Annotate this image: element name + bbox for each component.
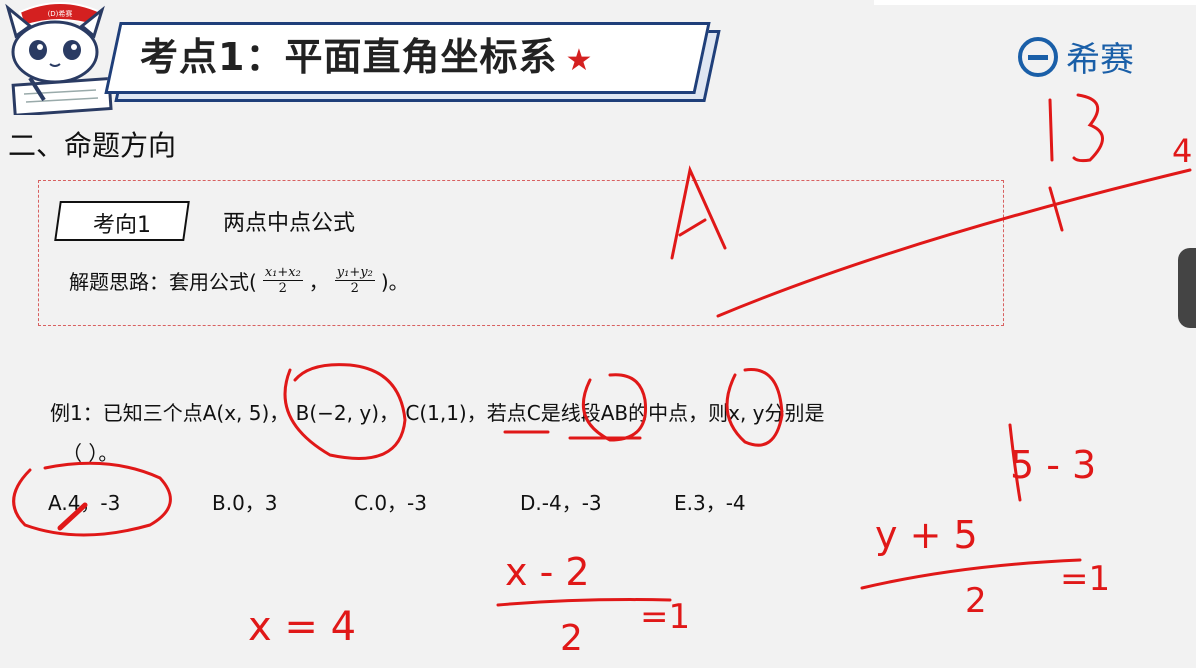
side-handle[interactable]: [1178, 248, 1196, 328]
ink-underline-c: [503, 430, 642, 440]
ink-four: 4: [1172, 132, 1192, 170]
ink-x-result: x = 4: [248, 604, 356, 650]
ink-y-result: 5 - 3: [1010, 443, 1096, 487]
ink-y-equals: =1: [1060, 559, 1110, 599]
handwritten-annotations: 4 x - 2 2 =1 x = 4 y + 5 2 =1 5 - 3: [12, 93, 1192, 659]
ink-a-letter: [670, 165, 727, 260]
ink-circle-option-a: [12, 461, 172, 537]
ink-circle-b: [725, 368, 784, 447]
ink-pencil: [57, 502, 88, 531]
ink-x-denominator: 2: [560, 618, 583, 659]
ink-b-letter: [1048, 93, 1104, 163]
ink-tick: [1048, 186, 1064, 232]
ink-line: [716, 168, 1192, 318]
ink-y-numerator: y + 5: [875, 513, 978, 557]
ink-x-numerator: x - 2: [505, 550, 590, 594]
slide: (D)希赛 考点1：平面直角坐标系 ★ 希赛 二、命题方向 考向1 两点中点公式 …: [0, 0, 1196, 668]
ink-circle-a-x: [283, 363, 407, 460]
ink-x-equals: =1: [640, 597, 690, 637]
ink-circle-c: [581, 373, 648, 442]
ink-y-denominator: 2: [965, 581, 987, 621]
